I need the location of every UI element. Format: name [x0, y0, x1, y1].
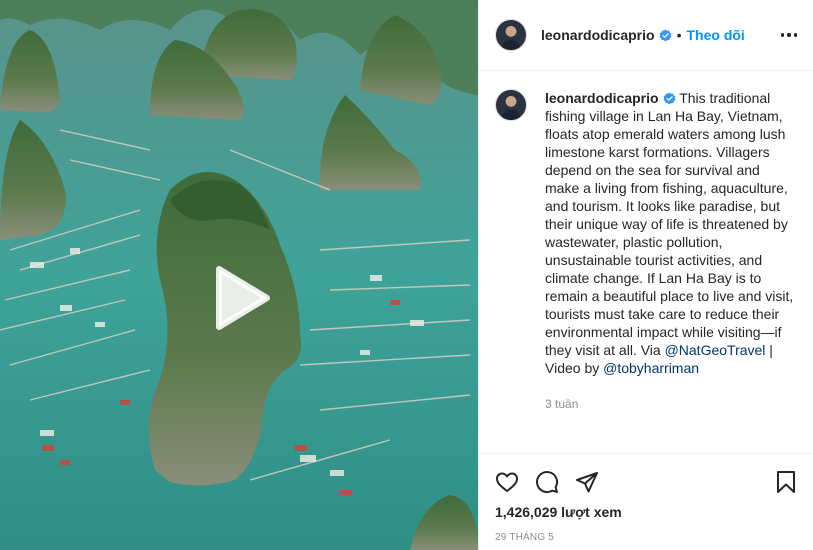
post-date[interactable]: 29 THÁNG 5: [495, 532, 798, 543]
caption-username[interactable]: leonardodicaprio: [545, 90, 659, 106]
caption-section: leonardodicaprio This traditional fishin…: [479, 71, 813, 453]
heart-icon[interactable]: [495, 470, 519, 494]
post-actions: 1,426,029 lượt xem 29 THÁNG 5: [479, 453, 813, 543]
comment-icon[interactable]: [535, 470, 559, 494]
follow-button[interactable]: Theo dõi: [686, 27, 744, 43]
post-header: leonardodicaprio • Theo dõi: [479, 0, 813, 71]
post-details-panel: leonardodicaprio • Theo dõi leonardodica…: [478, 0, 813, 550]
bookmark-icon[interactable]: [774, 470, 798, 494]
caption-verified-badge-icon: [663, 92, 676, 105]
separator-dot: •: [676, 27, 682, 43]
verified-badge-icon: [659, 29, 672, 42]
action-icons-row: [495, 462, 798, 502]
mention-link-tobyharriman[interactable]: @tobyharriman: [603, 360, 699, 376]
caption-content: This traditional fishing village in Lan …: [545, 90, 794, 358]
more-options-icon[interactable]: [780, 27, 797, 43]
paper-plane-icon[interactable]: [575, 470, 599, 494]
play-button[interactable]: [205, 262, 277, 334]
header-username[interactable]: leonardodicaprio: [541, 27, 655, 43]
avatar[interactable]: [495, 19, 527, 51]
caption-body: leonardodicaprio This traditional fishin…: [545, 89, 795, 453]
play-icon: [216, 266, 270, 330]
mention-link-natgeotravel[interactable]: @NatGeoTravel: [665, 342, 766, 358]
post-video[interactable]: [0, 0, 478, 550]
view-count[interactable]: 1,426,029 lượt xem: [495, 504, 798, 520]
caption-text: leonardodicaprio This traditional fishin…: [545, 89, 795, 377]
caption-avatar[interactable]: [495, 89, 527, 121]
caption-relative-time[interactable]: 3 tuần: [545, 397, 795, 411]
